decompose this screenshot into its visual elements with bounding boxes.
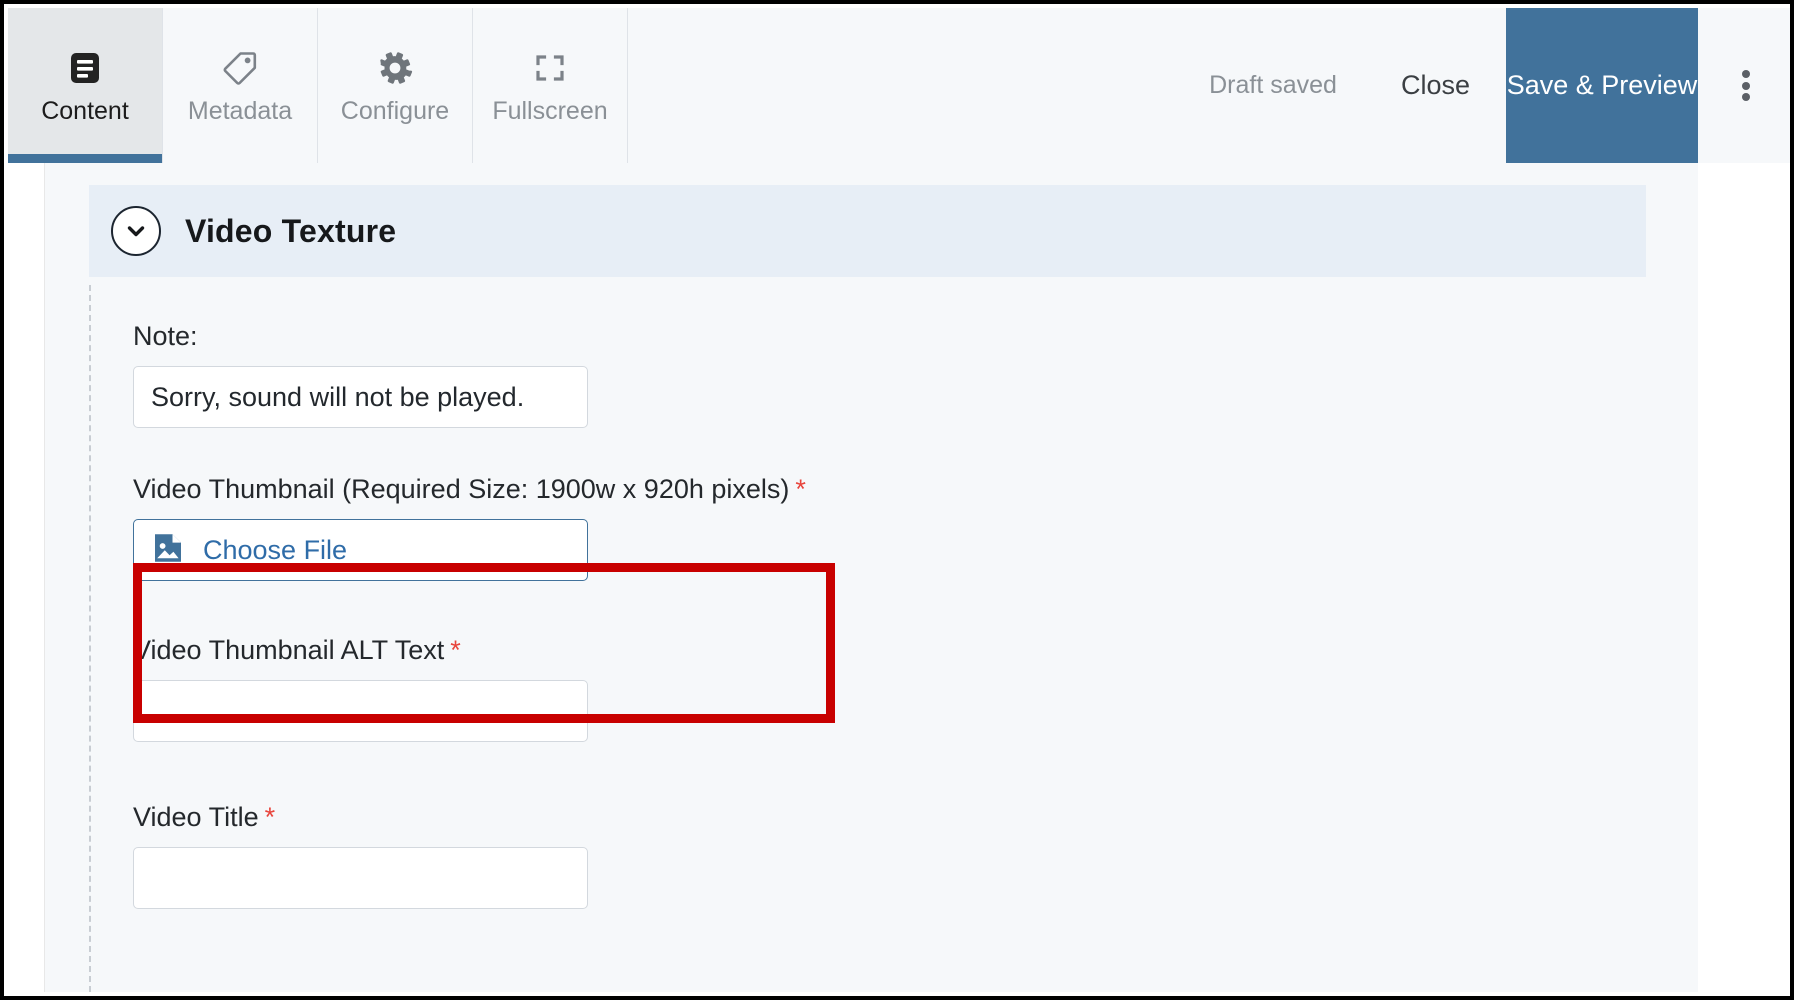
close-button[interactable]: Close [1365, 8, 1506, 163]
video-thumbnail-label-text: Video Thumbnail (Required Size: 1900w x … [133, 474, 790, 504]
video-title-label-text: Video Title [133, 802, 259, 832]
required-asterisk: * [450, 635, 461, 665]
required-asterisk: * [264, 802, 276, 832]
tab-content[interactable]: Content [8, 8, 163, 163]
section-header-video-texture[interactable]: Video Texture [89, 185, 1646, 277]
left-gutter [8, 163, 45, 992]
field-video-thumbnail-alt-text: Video Thumbnail ALT Text * [133, 637, 1646, 742]
overflow-menu-button[interactable] [1698, 8, 1790, 163]
video-thumbnail-label: Video Thumbnail (Required Size: 1900w x … [133, 476, 1646, 503]
document-lines-icon [64, 47, 106, 89]
required-asterisk: * [795, 474, 806, 504]
save-and-preview-button[interactable]: Save & Preview [1506, 8, 1698, 163]
fullscreen-icon [529, 47, 571, 89]
tab-fullscreen-label: Fullscreen [492, 97, 608, 125]
kebab-menu-icon [1742, 67, 1750, 105]
tab-metadata-label: Metadata [187, 97, 293, 125]
note-label: Note: [133, 321, 198, 351]
video-thumbnail-alt-label: Video Thumbnail ALT Text * [133, 637, 1646, 664]
draft-status: Draft saved [1209, 71, 1337, 99]
field-video-title: Video Title * [133, 804, 1646, 909]
editor-toolbar: Content Metadata Configure Fullscreen Dr… [8, 8, 1790, 163]
content-pane: Video Texture Note: Sorry, sound will no… [45, 163, 1698, 992]
video-thumbnail-alt-input[interactable] [133, 680, 588, 742]
chevron-down-circle-icon[interactable] [111, 206, 161, 256]
form-fields: Note: Sorry, sound will not be played. V… [89, 285, 1646, 992]
right-gutter [1698, 163, 1790, 992]
image-file-icon [151, 531, 185, 570]
video-title-label: Video Title * [133, 804, 1646, 831]
editor-body: Video Texture Note: Sorry, sound will no… [8, 163, 1790, 992]
tag-icon [219, 47, 261, 89]
tab-content-label: Content [41, 97, 129, 125]
choose-file-button[interactable]: Choose File [133, 519, 588, 581]
video-thumbnail-alt-label-text: Video Thumbnail ALT Text [133, 635, 445, 665]
app-window: Content Metadata Configure Fullscreen Dr… [0, 0, 1794, 1000]
choose-file-label: Choose File [203, 534, 348, 565]
section-title: Video Texture [185, 212, 397, 249]
tab-fullscreen[interactable]: Fullscreen [473, 8, 628, 163]
tab-configure[interactable]: Configure [318, 8, 473, 163]
field-video-thumbnail: Video Thumbnail (Required Size: 1900w x … [133, 476, 1646, 581]
gear-icon [374, 47, 416, 89]
tab-configure-label: Configure [340, 97, 450, 125]
tab-metadata[interactable]: Metadata [163, 8, 318, 163]
video-title-input[interactable] [133, 847, 588, 909]
note-input[interactable]: Sorry, sound will not be played. [133, 366, 588, 428]
field-note: Note: Sorry, sound will not be played. [133, 285, 1646, 428]
